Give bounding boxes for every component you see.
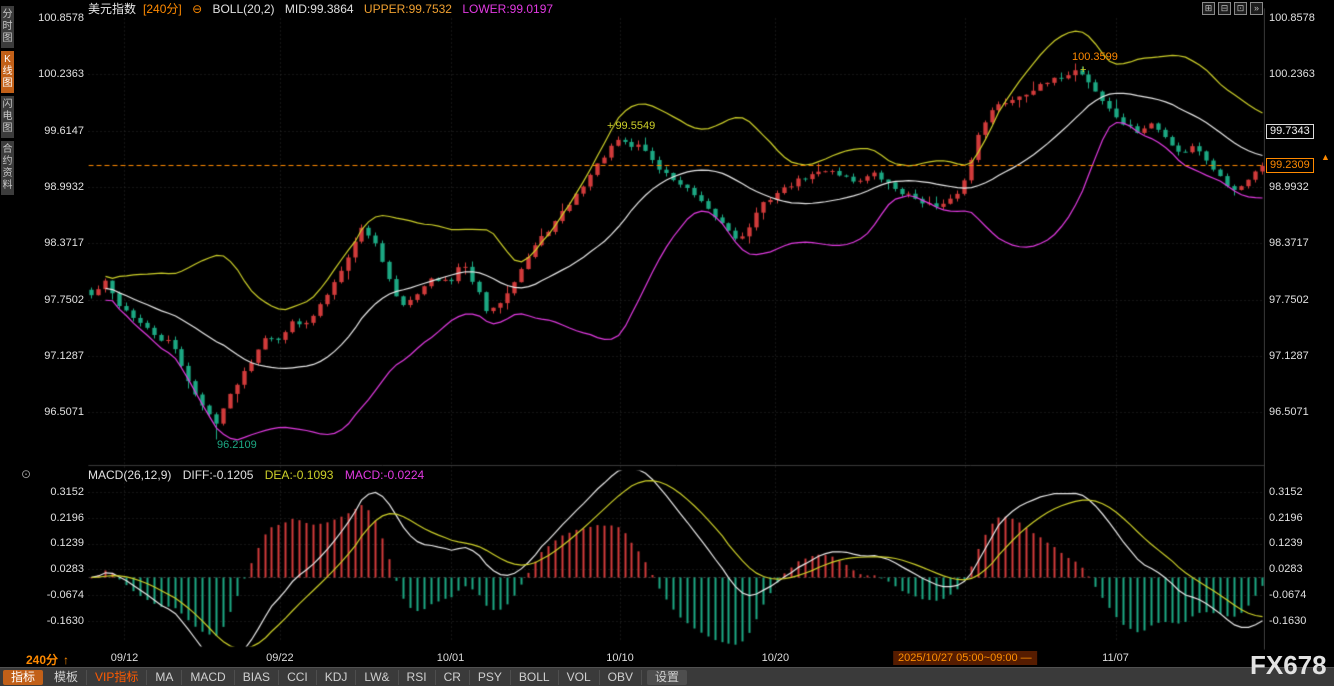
toolbar-item-RSI[interactable]: RSI [399,670,436,685]
price-up-arrow-icon: ▲ [1321,152,1330,162]
price-axis-label-left: 97.1287 [28,350,84,362]
bottom-toolbar: 指标模板VIP指标MAMACDBIASCCIKDJLW&RSICRPSYBOLL… [0,667,1334,686]
toolbar-item-设置[interactable]: 设置 [647,670,687,685]
toolbar-item-MACD[interactable]: MACD [182,670,234,685]
toolbar-item-CR[interactable]: CR [436,670,470,685]
price-axis-label-left: 100.8578 [28,12,84,24]
toolbar-item-BOLL[interactable]: BOLL [511,670,559,685]
collapse-icon[interactable]: ⊖ [192,2,202,16]
price-axis-label-right: 100.2363 [1269,68,1315,80]
expand-panels-icon[interactable]: » [1250,2,1263,15]
toolbar-item-OBV[interactable]: OBV [600,670,642,685]
x-axis-date-label: 09/22 [266,652,294,664]
macd-axis-label-right: 0.0283 [1269,563,1303,575]
price-axis-label-left: 98.3717 [28,237,84,249]
price-axis-label-right: 98.9932 [1269,181,1309,193]
period-tag[interactable]: [240分] [143,2,182,16]
toolbar-item-VOL[interactable]: VOL [559,670,600,685]
indicator-marker-icon[interactable]: ⊙ [21,467,31,481]
layout-split-icon[interactable]: ⊟ [1218,2,1231,15]
toolbar-item-MA[interactable]: MA [147,670,182,685]
price-axis-label-left: 100.2363 [28,68,84,80]
toolbar-item-CCI[interactable]: CCI [279,670,317,685]
boll-lower-value: LOWER:99.0197 [462,2,553,16]
symbol-name: 美元指数 [88,2,136,16]
toolbar-item-指标[interactable]: 指标 [3,670,43,685]
up-arrow-icon: ↑ [63,653,69,667]
cross-marker-icon: + [1080,64,1086,76]
candlestick-chart-canvas[interactable] [88,8,1265,650]
toolbar-item-VIP指标[interactable]: VIP指标 [87,670,147,685]
toolbar-item-BIAS[interactable]: BIAS [235,670,279,685]
price-tag-current: 99.2309 [1266,158,1314,173]
price-axis-label-right: 98.3717 [1269,237,1309,249]
layout-grid-icon[interactable]: ⊡ [1234,2,1247,15]
macd-axis-label-right: 0.2196 [1269,512,1303,524]
macd-diff-value: DIFF:-0.1205 [183,468,254,482]
macd-axis-label-left: 0.3152 [28,486,84,498]
annotation-high-1-value: 99.5549 [615,120,655,132]
price-axis-label-left: 97.7502 [28,294,84,306]
macd-axis-label-left: 0.2196 [28,512,84,524]
macd-axis-label-right: -0.0674 [1269,589,1306,601]
price-axis-label-right: 97.7502 [1269,294,1309,306]
macd-header: MACD(26,12,9) DIFF:-0.1205 DEA:-0.1093 M… [88,468,432,483]
left-sidebar-tabs: 分时图 K线图闪电图合约资料 [1,6,14,195]
toolbar-item-模板[interactable]: 模板 [46,670,87,685]
macd-axis-label-left: 0.1239 [28,537,84,549]
x-axis-date-label: 10/20 [762,652,790,664]
sidebar-tab-4[interactable]: 合约资料 [1,141,14,195]
macd-hist-value: MACD:-0.0224 [345,468,424,482]
app-root: 美元指数 [240分] ⊖ BOLL(20,2) MID:99.3864 UPPE… [0,0,1334,686]
period-label: 240分 [26,653,58,667]
price-axis-label-left: 98.9932 [28,181,84,193]
toolbar-item-PSY[interactable]: PSY [470,670,511,685]
sidebar-tab-3[interactable]: 闪电图 [1,96,14,138]
boll-mid-value: MID:99.3864 [285,2,354,16]
macd-indicator-label: MACD(26,12,9) [88,468,171,482]
sidebar-tab-2[interactable]: K线图 [1,51,14,93]
macd-axis-label-right: -0.1630 [1269,615,1306,627]
x-axis-date-label: 09/12 [111,652,139,664]
watermark-logo: FX678 [1250,650,1327,681]
annotation-low: 96.2109 [217,439,257,451]
price-axis-label-left: 96.5071 [28,406,84,418]
macd-axis-label-left: -0.0674 [28,589,84,601]
toolbar-item-KDJ[interactable]: KDJ [317,670,357,685]
price-axis-label-right: 97.1287 [1269,350,1309,362]
chart-header: 美元指数 [240分] ⊖ BOLL(20,2) MID:99.3864 UPPE… [88,1,560,18]
toolbar-item-LW&[interactable]: LW& [356,670,398,685]
macd-axis-label-right: 0.3152 [1269,486,1303,498]
annotation-high-1: +99.5549 [607,120,655,132]
macd-axis-label-left: 0.0283 [28,563,84,575]
x-axis-date-label: 10/01 [437,652,465,664]
x-axis: 09/12 09/22 10/01 10/10 10/20 11/07 2025/10/27… [0,651,1334,667]
period-indicator[interactable]: 240分 ↑ [26,651,69,668]
boll-upper-value: UPPER:99.7532 [364,2,452,16]
boll-indicator-label: BOLL(20,2) [212,2,274,16]
x-axis-date-label: 10/10 [606,652,634,664]
sidebar-tab-1[interactable]: 分时图 [1,6,14,48]
macd-axis-label-left: -0.1630 [28,615,84,627]
price-axis-label-left: 99.6147 [28,125,84,137]
layout-single-icon[interactable]: ⊞ [1202,2,1215,15]
price-axis-label-right: 96.5071 [1269,406,1309,418]
x-axis-highlighted-date: 2025/10/27 05:00~09:00 — [893,651,1037,665]
price-axis-label-right: 100.8578 [1269,12,1315,24]
window-controls: ⊞⊟⊡» [1202,2,1263,15]
macd-axis-label-right: 0.1239 [1269,537,1303,549]
cross-marker-icon: + [607,120,613,132]
annotation-high-2: 100.3599 [1072,51,1118,63]
macd-dea-value: DEA:-0.1093 [265,468,334,482]
price-tag-band: 99.7343 [1266,124,1314,139]
x-axis-date-label: 11/07 [1102,652,1129,664]
